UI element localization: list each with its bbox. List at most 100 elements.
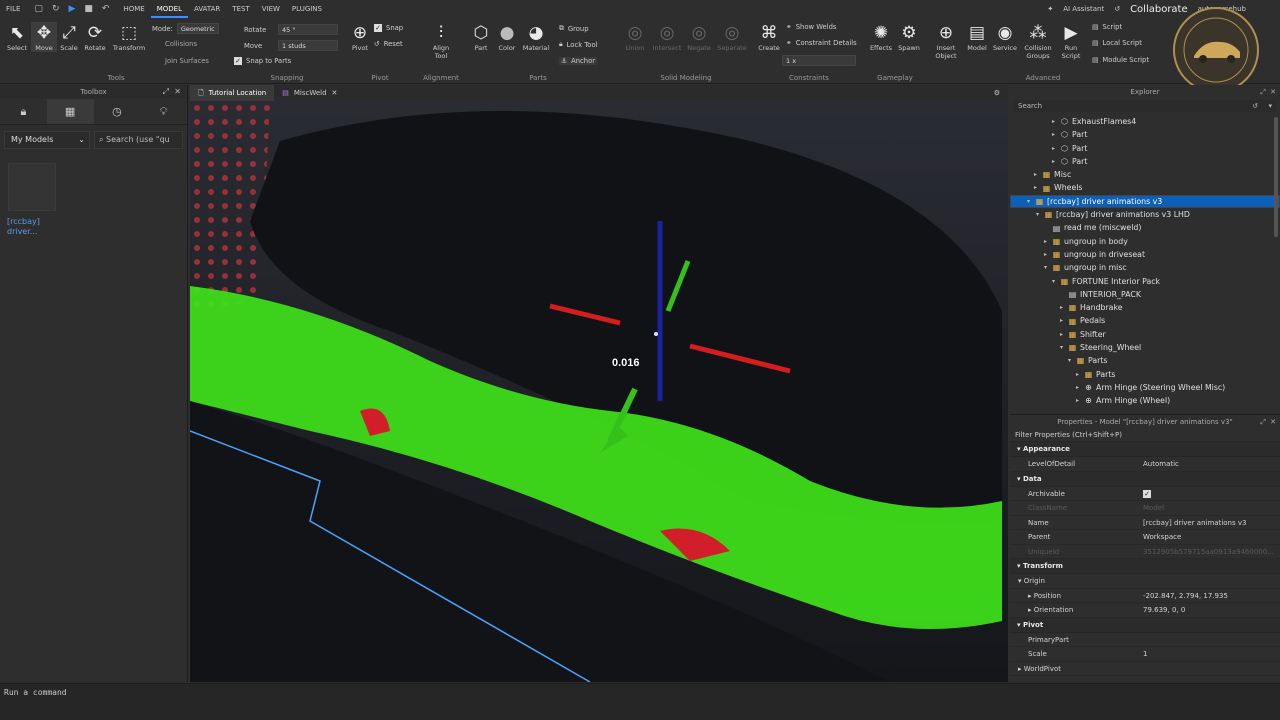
expand-arrow-icon[interactable]: ▾ xyxy=(1058,341,1065,354)
prop-orientation[interactable]: ▸ Orientation 79.639, 0, 0 xyxy=(1010,603,1280,618)
tab-model[interactable]: MODEL xyxy=(150,0,188,18)
negate-button[interactable]: ◎ Negate xyxy=(684,22,714,52)
run-script-button[interactable]: ▶ Run Script xyxy=(1058,22,1084,60)
part-button[interactable]: ⬡ Part xyxy=(468,22,494,52)
expand-arrow-icon[interactable]: ▾ xyxy=(1066,354,1073,367)
tree-node[interactable]: ▾ ▦ Steering_Wheel xyxy=(1010,341,1280,354)
pivot-reset-button[interactable]: ↺ Reset xyxy=(374,40,403,48)
tree-node[interactable]: ▸ ⬡ Part xyxy=(1010,155,1280,168)
material-button[interactable]: ◕ Material xyxy=(521,22,551,52)
prop-name[interactable]: Name [rccbay] driver animations v3 xyxy=(1010,516,1280,530)
share-icon[interactable]: ↺ xyxy=(1114,5,1120,13)
archivable-checkbox[interactable]: ✓ xyxy=(1143,489,1151,498)
explorer-search-input[interactable]: Search ↺ ▾ xyxy=(1014,100,1276,112)
category-dropdown[interactable]: My Models ⌄ xyxy=(4,131,90,149)
collisions-toggle[interactable]: Collisions xyxy=(165,40,197,48)
tree-node[interactable]: ▸ ▦ Shifter xyxy=(1010,328,1280,341)
tree-node[interactable]: ▸ ▦ Pedals xyxy=(1010,314,1280,327)
expand-arrow-icon[interactable]: ▾ xyxy=(1050,275,1057,288)
tab-plugins[interactable]: PLUGINS xyxy=(286,0,328,18)
insert-object-button[interactable]: ⊕ Insert Object xyxy=(932,22,960,60)
pivot-button[interactable]: ⊕ Pivot xyxy=(347,22,373,52)
expand-arrow-icon[interactable]: ▾ xyxy=(1042,261,1049,274)
tree-node[interactable]: ▤ INTERIOR_PACK xyxy=(1010,288,1280,301)
tree-node[interactable]: ▸ ▦ ungroup in body xyxy=(1010,235,1280,248)
close-icon[interactable]: ✕ xyxy=(1270,415,1276,429)
prop-primarypart[interactable]: PrimaryPart xyxy=(1010,633,1280,647)
tree-node[interactable]: ▸ ⬡ ExhaustFlames4 xyxy=(1010,115,1280,128)
tree-node[interactable]: ▸ ▦ Handbrake xyxy=(1010,301,1280,314)
rotate-tool[interactable]: ⟳ Rotate xyxy=(82,22,108,52)
model-thumbnail[interactable] xyxy=(8,163,56,211)
tree-node[interactable]: ▸ ▦ ungroup in driveseat xyxy=(1010,248,1280,261)
expand-arrow-icon[interactable]: ▸ xyxy=(1042,248,1049,261)
create-button[interactable]: ⌘ Create xyxy=(756,22,782,52)
color-button[interactable]: ● Color xyxy=(494,22,520,52)
tree-node[interactable]: ▾ ▦ ungroup in misc xyxy=(1010,261,1280,274)
expand-arrow-icon[interactable]: ▸ xyxy=(1050,155,1057,168)
intersect-button[interactable]: ◎ Intersect xyxy=(652,22,682,52)
union-button[interactable]: ◎ Union xyxy=(622,22,648,52)
redo-icon[interactable]: ↻ xyxy=(52,4,60,14)
tree-node[interactable]: ▸ ⬡ Part xyxy=(1010,142,1280,155)
expand-arrow-icon[interactable]: ▾ xyxy=(1034,208,1041,221)
menu-file[interactable]: FILE xyxy=(0,0,26,18)
tree-node[interactable]: ▸ ⊕ Arm Hinge (Steering Wheel Misc) xyxy=(1010,381,1280,394)
model-button[interactable]: ▤ Model xyxy=(964,22,990,52)
bulb-tab-icon[interactable]: 💡︎ xyxy=(140,99,187,124)
tree-node[interactable]: ▾ ▦ Parts xyxy=(1010,354,1280,367)
prop-level-of-detail[interactable]: LevelOfDetail Automatic xyxy=(1010,457,1280,472)
tab-avatar[interactable]: AVATAR xyxy=(188,0,226,18)
command-input[interactable] xyxy=(4,686,1004,698)
tree-node[interactable]: ▾ ▦ [rccbay] driver animations v3 LHD xyxy=(1010,208,1280,221)
tree-node[interactable]: ▾ ▦ [rccbay] driver animations v3 xyxy=(1010,194,1280,209)
collision-groups-button[interactable]: ⁂ Collision Groups xyxy=(1022,22,1054,60)
expand-arrow-icon[interactable]: ▸ xyxy=(1058,301,1065,314)
join-surfaces-toggle[interactable]: Join Surfaces xyxy=(165,57,209,65)
scale-tool[interactable]: ⤢ Scale xyxy=(56,22,82,52)
select-tool[interactable]: ⬉ Select xyxy=(4,22,30,52)
constraint-scale[interactable]: 1 x xyxy=(782,55,856,66)
module-script-button[interactable]: ▤ Module Script xyxy=(1092,56,1149,64)
expand-arrow-icon[interactable]: ▸ xyxy=(1074,381,1081,394)
recent-tab-icon[interactable]: ◷ xyxy=(94,99,141,124)
tab-tutorial-location[interactable]: 🗋︎ Tutorial Location xyxy=(190,85,275,101)
effects-button[interactable]: ✺ Effects xyxy=(868,22,894,52)
toolbox-search-input[interactable]: ⌕ Search (use "qu xyxy=(94,131,183,149)
prop-worldpivot[interactable]: ▸ WorldPivot xyxy=(1010,662,1280,676)
tree-node[interactable]: ▸ ⬡ Part xyxy=(1010,128,1280,141)
model-name[interactable]: [rccbay] driver... xyxy=(7,217,57,237)
popout-icon[interactable]: ⤢ xyxy=(1260,85,1266,99)
grid-tab-icon[interactable]: ▦ xyxy=(46,99,94,124)
assistant-button[interactable]: AI Assistant xyxy=(1063,5,1104,13)
pivot-snap-toggle[interactable]: ✓ Snap xyxy=(374,24,403,32)
tab-test[interactable]: TEST xyxy=(226,0,255,18)
tree-node[interactable]: ▸ ▦ Wheels xyxy=(1010,181,1280,194)
tab-view[interactable]: VIEW xyxy=(256,0,286,18)
history-icon[interactable]: ↺ xyxy=(1252,100,1258,112)
separate-button[interactable]: ◎ Separate xyxy=(716,22,748,52)
explorer-scrollbar[interactable] xyxy=(1274,117,1278,237)
expand-arrow-icon[interactable]: ▾ xyxy=(1025,195,1032,208)
expand-arrow-icon[interactable]: ▸ xyxy=(1042,235,1049,248)
lock-tab-icon[interactable]: 🔒︎ xyxy=(0,99,47,124)
prop-parent[interactable]: Parent Workspace xyxy=(1010,530,1280,545)
expand-arrow-icon[interactable]: ▸ xyxy=(1032,181,1039,194)
expand-arrow-icon[interactable]: ▸ xyxy=(1032,168,1039,181)
move-tool[interactable]: ✥ Move xyxy=(31,22,57,52)
anchor-button[interactable]: ⚓︎ Anchor xyxy=(559,57,598,65)
filter-icon[interactable]: ▾ xyxy=(1268,100,1272,112)
snap-to-parts-toggle[interactable]: ✓ Snap to Parts xyxy=(234,57,291,65)
rotate-snap-input[interactable]: 45 ° xyxy=(278,24,338,35)
service-button[interactable]: ◉ Service xyxy=(992,22,1018,52)
play-icon[interactable]: ▶ xyxy=(68,4,75,14)
tree-node[interactable]: ▸ ▦ Parts xyxy=(1010,368,1280,381)
section-pivot[interactable]: ▾ Pivot xyxy=(1010,617,1280,633)
script-button[interactable]: ▤ Script xyxy=(1092,23,1122,31)
tree-node[interactable]: ▾ ▦ FORTUNE Interior Pack xyxy=(1010,275,1280,288)
prop-archivable[interactable]: Archivable ✓ xyxy=(1010,487,1280,501)
expand-arrow-icon[interactable]: ▸ xyxy=(1050,115,1057,128)
3d-viewport[interactable]: 0.016 xyxy=(190,101,1008,682)
expand-arrow-icon[interactable]: ▸ xyxy=(1058,328,1065,341)
section-data[interactable]: ▾ Data xyxy=(1010,471,1280,487)
